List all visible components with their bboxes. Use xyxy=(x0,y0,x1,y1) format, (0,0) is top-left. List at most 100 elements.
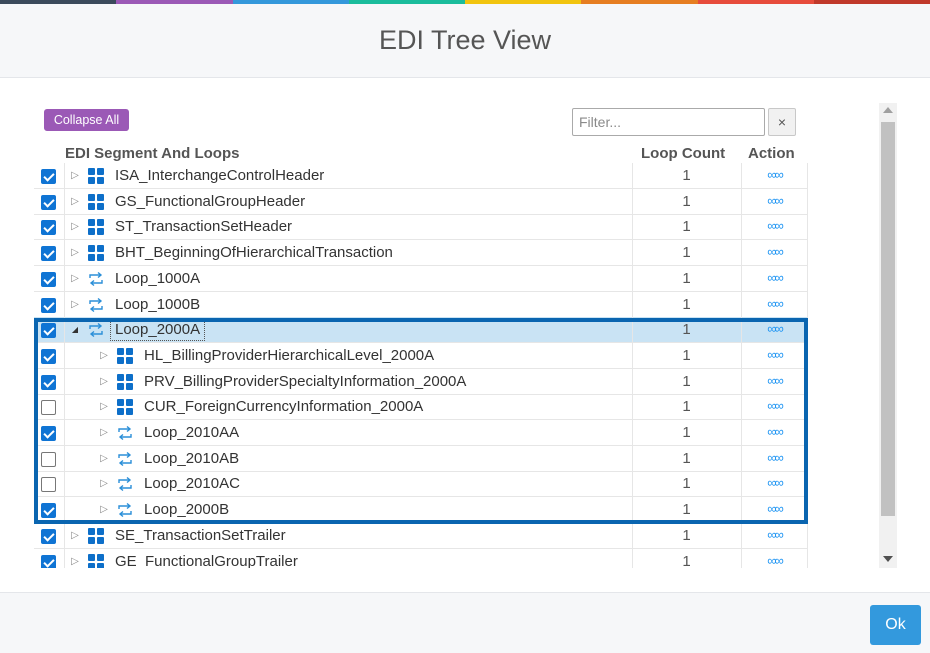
row-checkbox[interactable] xyxy=(41,528,56,544)
expand-arrow-icon[interactable]: ▷ xyxy=(99,349,109,363)
row-checkbox[interactable] xyxy=(41,477,56,493)
expand-arrow-icon[interactable]: ▷ xyxy=(70,169,80,183)
link-icon[interactable]: ∞∞ xyxy=(741,527,808,542)
row-checkbox[interactable] xyxy=(41,348,56,364)
loop-count-cell: 1 xyxy=(682,346,691,364)
expand-arrow-icon[interactable]: ▷ xyxy=(70,555,80,569)
tree-row[interactable]: ▷ ISA_InterchangeControlHeader 1 ∞∞ xyxy=(34,163,808,189)
dialog-header: EDI Tree View xyxy=(0,4,930,78)
scroll-down-arrow-icon[interactable] xyxy=(883,556,893,562)
link-icon[interactable]: ∞∞ xyxy=(741,296,808,311)
column-header-loop-count[interactable]: Loop Count xyxy=(641,145,725,162)
link-icon[interactable]: ∞∞ xyxy=(741,218,808,233)
row-label[interactable]: HL_BillingProviderHierarchicalLevel_2000… xyxy=(144,347,434,364)
link-icon[interactable]: ∞∞ xyxy=(741,553,808,568)
edi-tree-dialog: EDI Tree View Collapse All × EDI Segment… xyxy=(0,0,930,653)
row-checkbox[interactable] xyxy=(41,194,56,210)
expand-arrow-icon[interactable]: ▷ xyxy=(99,503,109,517)
loop-count-cell: 1 xyxy=(682,526,691,544)
tree-row[interactable]: ▷ GS_FunctionalGroupHeader 1 ∞∞ xyxy=(34,188,808,215)
tree-row[interactable]: ▷ Loop_2010AB 1 ∞∞ xyxy=(34,445,808,472)
row-checkbox[interactable] xyxy=(41,246,56,262)
link-icon[interactable]: ∞∞ xyxy=(741,475,808,490)
row-label[interactable]: CUR_ForeignCurrencyInformation_2000A xyxy=(144,398,423,415)
tree-row[interactable]: ▷ Loop_2000B 1 ∞∞ xyxy=(34,497,808,524)
tree-row[interactable]: ▷ ST_TransactionSetHeader 1 ∞∞ xyxy=(34,214,808,241)
tree-row[interactable]: ▷ Loop_1000B 1 ∞∞ xyxy=(34,291,808,318)
tree-row[interactable]: ▷ PRV_BillingProviderSpecialtyInformation… xyxy=(34,368,808,395)
loop-icon xyxy=(87,270,105,288)
tree-grid: ▷ ISA_InterchangeControlHeader 1 ∞∞ ▷ GS_Func… xyxy=(34,163,808,568)
link-icon[interactable]: ∞∞ xyxy=(741,167,808,182)
column-divider xyxy=(64,368,65,395)
column-header-action[interactable]: Action xyxy=(748,145,795,162)
row-checkbox[interactable] xyxy=(41,169,56,184)
expand-arrow-icon[interactable]: ▷ xyxy=(70,529,80,543)
row-label[interactable]: Loop_1000A xyxy=(115,270,200,287)
collapse-all-button[interactable]: Collapse All xyxy=(44,109,129,131)
row-label[interactable]: Loop_1000B xyxy=(115,296,200,313)
tree-row[interactable]: ▷ Loop_2010AC 1 ∞∞ xyxy=(34,471,808,498)
link-icon[interactable]: ∞∞ xyxy=(741,501,808,516)
row-label[interactable]: Loop_2010AA xyxy=(144,424,239,441)
expand-arrow-icon[interactable]: ▷ xyxy=(99,400,109,414)
row-label[interactable]: GS_FunctionalGroupHeader xyxy=(115,193,305,210)
row-checkbox[interactable] xyxy=(41,271,56,287)
scroll-up-arrow-icon[interactable] xyxy=(883,107,893,113)
expand-arrow-icon[interactable]: ▷ xyxy=(99,426,109,440)
row-checkbox[interactable] xyxy=(41,323,56,339)
row-checkbox[interactable] xyxy=(41,400,56,416)
link-icon[interactable]: ∞∞ xyxy=(741,450,808,465)
row-label[interactable]: PRV_BillingProviderSpecialtyInformation_… xyxy=(144,373,466,390)
link-icon[interactable]: ∞∞ xyxy=(741,244,808,259)
expand-arrow-icon[interactable]: ▷ xyxy=(70,220,80,234)
row-checkbox[interactable] xyxy=(41,297,56,313)
tree-row[interactable]: ▷ CUR_ForeignCurrencyInformation_2000A 1 ∞∞ xyxy=(34,394,808,421)
vertical-scrollbar[interactable] xyxy=(879,103,897,568)
column-header-segment[interactable]: EDI Segment And Loops xyxy=(65,145,239,162)
link-icon[interactable]: ∞∞ xyxy=(741,398,808,413)
tree-row[interactable]: ◢ Loop_2000A 1 ∞∞ xyxy=(34,317,808,344)
row-label[interactable]: Loop_2010AB xyxy=(144,450,239,467)
row-label[interactable]: GE_FunctionalGroupTrailer xyxy=(115,553,298,569)
row-checkbox[interactable] xyxy=(41,451,56,467)
expand-arrow-icon[interactable]: ▷ xyxy=(70,272,80,286)
segment-icon xyxy=(117,399,133,416)
tree-row[interactable]: ▷ SE_TransactionSetTrailer 1 ∞∞ xyxy=(34,522,808,549)
row-label[interactable]: ST_TransactionSetHeader xyxy=(115,218,292,235)
expand-arrow-icon[interactable]: ▷ xyxy=(70,246,80,260)
row-checkbox[interactable] xyxy=(41,554,56,568)
row-label[interactable]: Loop_2010AC xyxy=(144,475,240,492)
tree-row[interactable]: ▷ GE_FunctionalGroupTrailer 1 ∞∞ xyxy=(34,548,808,569)
scroll-thumb[interactable] xyxy=(881,122,895,516)
filter-input[interactable] xyxy=(572,108,765,136)
row-checkbox[interactable] xyxy=(41,503,56,519)
filter-clear-button[interactable]: × xyxy=(768,108,796,136)
expand-arrow-icon[interactable]: ▷ xyxy=(70,298,80,312)
row-checkbox[interactable] xyxy=(41,426,56,441)
link-icon[interactable]: ∞∞ xyxy=(741,321,808,336)
expand-arrow-icon[interactable]: ▷ xyxy=(70,195,80,209)
expand-arrow-icon[interactable]: ▷ xyxy=(99,452,109,466)
row-checkbox[interactable] xyxy=(41,374,56,390)
row-label[interactable]: Loop_2000B xyxy=(144,501,229,518)
ok-button[interactable]: Ok xyxy=(870,605,921,645)
column-divider xyxy=(807,445,808,472)
row-checkbox[interactable] xyxy=(41,220,56,236)
link-icon[interactable]: ∞∞ xyxy=(741,373,808,388)
tree-row[interactable]: ▷ Loop_1000A 1 ∞∞ xyxy=(34,265,808,292)
tree-row[interactable]: ▷ HL_BillingProviderHierarchicalLevel_200… xyxy=(34,342,808,369)
link-icon[interactable]: ∞∞ xyxy=(741,347,808,362)
link-icon[interactable]: ∞∞ xyxy=(741,193,808,208)
collapse-arrow-icon[interactable]: ◢ xyxy=(70,323,80,337)
expand-arrow-icon[interactable]: ▷ xyxy=(99,477,109,491)
tree-row[interactable]: ▷ BHT_BeginningOfHierarchicalTransaction 1… xyxy=(34,240,808,267)
tree-row[interactable]: ▷ Loop_2010AA 1 ∞∞ xyxy=(34,420,808,446)
link-icon[interactable]: ∞∞ xyxy=(741,424,808,439)
row-label[interactable]: Loop_2000A xyxy=(110,319,206,342)
row-label[interactable]: BHT_BeginningOfHierarchicalTransaction xyxy=(115,244,393,261)
expand-arrow-icon[interactable]: ▷ xyxy=(99,375,109,389)
row-label[interactable]: SE_TransactionSetTrailer xyxy=(115,527,286,544)
link-icon[interactable]: ∞∞ xyxy=(741,270,808,285)
row-label[interactable]: ISA_InterchangeControlHeader xyxy=(115,167,324,184)
